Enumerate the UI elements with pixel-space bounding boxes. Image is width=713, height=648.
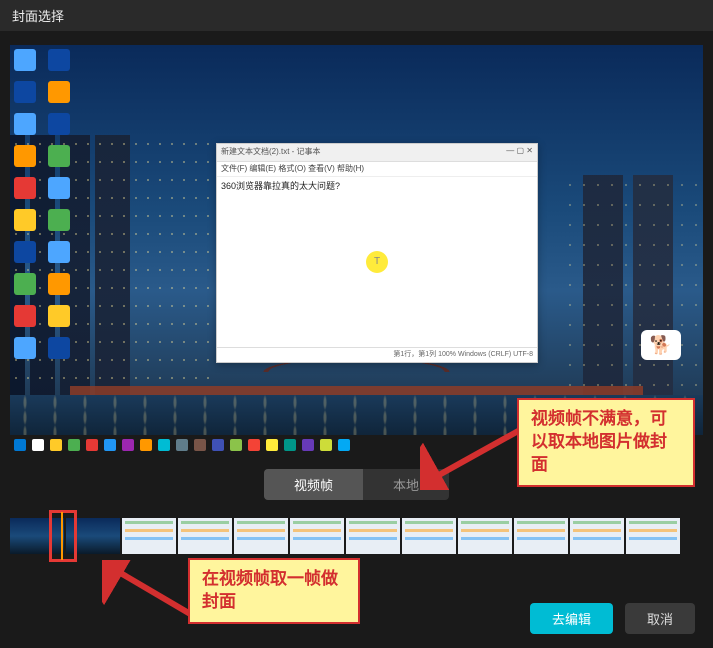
frame-thumb[interactable]: [626, 518, 680, 554]
desktop-icon: [48, 81, 70, 103]
taskbar-icon: [212, 439, 224, 451]
frame-playhead[interactable]: [61, 512, 63, 560]
taskbar-icon: [230, 439, 242, 451]
dialog-header: 封面选择: [0, 0, 713, 31]
frame-thumb[interactable]: [402, 518, 456, 554]
desktop-icon: [14, 49, 36, 71]
taskbar-icon: [50, 439, 62, 451]
desktop-icon: [14, 145, 36, 167]
frame-thumb[interactable]: [514, 518, 568, 554]
taskbar-icon: [140, 439, 152, 451]
taskbar-icon: [248, 439, 260, 451]
frame-thumb[interactable]: [10, 518, 64, 554]
frame-thumb[interactable]: [570, 518, 624, 554]
desktop-icon: [48, 49, 70, 71]
taskbar-icon: [14, 439, 26, 451]
notepad-statusbar: 第1行，第1列 100% Windows (CRLF) UTF-8: [217, 347, 537, 362]
cancel-button[interactable]: 取消: [625, 603, 695, 634]
frame-thumb[interactable]: [346, 518, 400, 554]
desktop-icon: [14, 305, 36, 327]
taskbar-icon: [194, 439, 206, 451]
arrow-icon: [102, 560, 202, 630]
taskbar-icon: [266, 439, 278, 451]
taskbar-icon: [32, 439, 44, 451]
edit-button[interactable]: 去编辑: [530, 603, 613, 634]
taskbar-icon: [86, 439, 98, 451]
frame-thumb[interactable]: [66, 518, 120, 554]
notepad-title: 新建文本文档(2).txt - 记事本: [221, 146, 321, 159]
taskbar-icon: [104, 439, 116, 451]
desktop-icon: [14, 113, 36, 135]
desktop-icon: [48, 273, 70, 295]
taskbar-icon: [284, 439, 296, 451]
frame-thumb[interactable]: [122, 518, 176, 554]
desktop-icon: [48, 145, 70, 167]
taskbar-icon: [338, 439, 350, 451]
taskbar-icon: [320, 439, 332, 451]
notepad-window: 新建文本文档(2).txt - 记事本 — ▢ ✕ 文件(F) 编辑(E) 格式…: [216, 143, 538, 363]
arrow-icon: [420, 420, 530, 490]
cover-preview: 🐕 新建文本文档(2).txt - 记事本 — ▢ ✕ 文件(F) 编辑(E) …: [10, 45, 703, 455]
desktop-icon: [48, 241, 70, 263]
desktop-icon: [48, 177, 70, 199]
desktop-icon: [14, 241, 36, 263]
desktop-icon: [48, 113, 70, 135]
taskbar-icon: [122, 439, 134, 451]
desktop-icon: [48, 209, 70, 231]
frame-filmstrip[interactable]: [10, 518, 703, 554]
notepad-titlebar: 新建文本文档(2).txt - 记事本 — ▢ ✕: [217, 144, 537, 162]
notepad-content: 360浏览器靠拉真的太大问题?: [217, 177, 537, 194]
desktop-icons-grid: [14, 49, 76, 359]
taskbar-icon: [176, 439, 188, 451]
desktop-icon: [14, 273, 36, 295]
frame-thumb[interactable]: [458, 518, 512, 554]
desktop-icon: [48, 305, 70, 327]
dialog-title: 封面选择: [12, 9, 64, 24]
desktop-icon: [14, 337, 36, 359]
tab-video-frame[interactable]: 视频帧: [264, 469, 363, 500]
taskbar-icon: [68, 439, 80, 451]
marker-dot-icon: T: [366, 251, 388, 273]
desktop-icon: [14, 177, 36, 199]
footer-buttons: 去编辑 取消: [530, 603, 695, 634]
taskbar-icon: [158, 439, 170, 451]
frame-thumb[interactable]: [234, 518, 288, 554]
taskbar-icon: [302, 439, 314, 451]
desktop-icon: [14, 209, 36, 231]
annotation-local-tip: 视频帧不满意，可以取本地图片做封面: [517, 398, 695, 487]
notepad-menu: 文件(F) 编辑(E) 格式(O) 查看(V) 帮助(H): [217, 162, 537, 177]
desktop-icon: [14, 81, 36, 103]
desktop-icon: [48, 337, 70, 359]
frame-thumb[interactable]: [290, 518, 344, 554]
notepad-window-controls: — ▢ ✕: [506, 146, 533, 159]
sticker-icon: 🐕: [641, 330, 681, 360]
notepad-body: 360浏览器靠拉真的太大问题? T: [217, 177, 537, 347]
frame-thumb[interactable]: [178, 518, 232, 554]
annotation-frame-tip: 在视频帧取一帧做封面: [188, 558, 360, 624]
